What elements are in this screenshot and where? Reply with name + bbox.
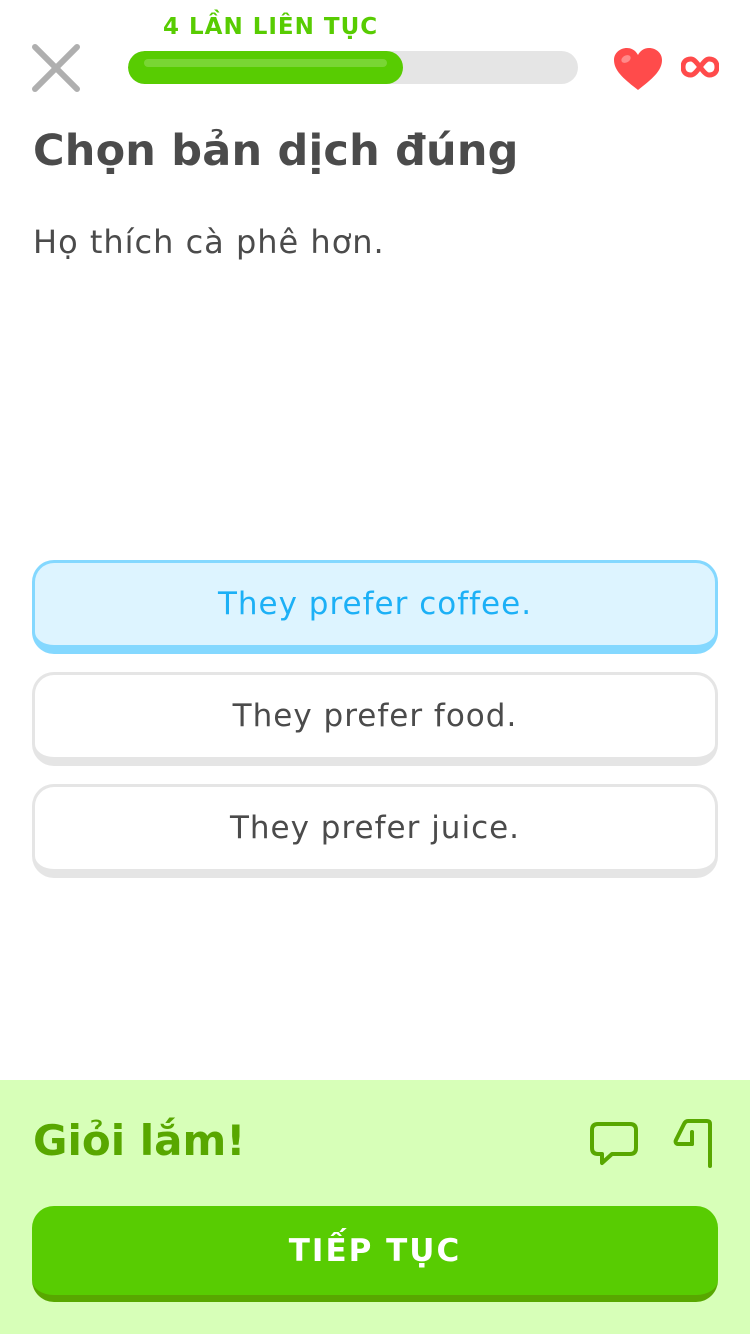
challenge-title: Chọn bản dịch đúng bbox=[33, 126, 519, 176]
feedback-panel: Giỏi lắm! TIẾP TỤC bbox=[0, 1080, 750, 1334]
streak-label: 4 LẦN LIÊN TỤC bbox=[163, 14, 379, 40]
choice-label: They prefer food. bbox=[232, 698, 518, 734]
continue-button[interactable]: TIẾP TỤC bbox=[32, 1206, 718, 1302]
feedback-title: Giỏi lắm! bbox=[33, 1116, 246, 1165]
choice-option[interactable]: They prefer coffee. bbox=[32, 560, 718, 654]
progress-highlight bbox=[144, 59, 387, 67]
close-icon bbox=[32, 44, 80, 92]
progress-bar bbox=[128, 51, 578, 84]
chat-bubble-icon[interactable] bbox=[590, 1120, 638, 1166]
infinity-icon bbox=[681, 56, 719, 78]
prompt-sentence: Họ thích cà phê hơn. bbox=[33, 223, 385, 261]
progress-fill bbox=[128, 51, 403, 84]
choice-label: They prefer coffee. bbox=[217, 586, 533, 622]
lesson-screen: 4 LẦN LIÊN TỤC Chọn bản dịch đúng Họ thí… bbox=[0, 0, 750, 1334]
choice-option[interactable]: They prefer juice. bbox=[32, 784, 718, 878]
close-button[interactable] bbox=[30, 42, 82, 94]
flag-icon[interactable] bbox=[672, 1118, 716, 1168]
choice-option[interactable]: They prefer food. bbox=[32, 672, 718, 766]
choice-label: They prefer juice. bbox=[229, 810, 521, 846]
heart-icon bbox=[614, 48, 662, 90]
continue-button-label: TIẾP TỤC bbox=[288, 1232, 462, 1269]
